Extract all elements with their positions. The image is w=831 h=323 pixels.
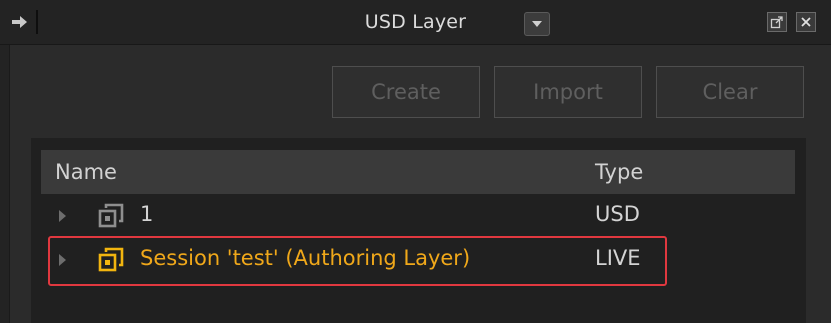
row-name: 1 (140, 202, 154, 226)
create-button[interactable]: Create (332, 66, 480, 118)
title-dropdown-button[interactable] (524, 12, 550, 36)
layer-icon (98, 203, 124, 228)
expand-arrow-icon[interactable] (59, 210, 66, 222)
table-row[interactable]: 1 USD (41, 194, 795, 238)
chevron-down-icon (532, 21, 542, 27)
clear-button[interactable]: Clear (656, 66, 804, 118)
column-header-name[interactable]: Name (55, 160, 117, 184)
column-header-type[interactable]: Type (595, 160, 643, 184)
close-button[interactable] (796, 12, 816, 32)
left-dock-strip (0, 45, 10, 323)
close-icon (801, 17, 811, 27)
popout-button[interactable] (767, 12, 787, 32)
layer-tree: Name Type 1 USD Session 'test' (Authorin… (31, 138, 806, 323)
import-button[interactable]: Import (494, 66, 642, 118)
popout-icon (770, 16, 783, 29)
highlight-box (48, 236, 667, 286)
tree-header: Name Type (41, 150, 795, 194)
panel-title: USD Layer (364, 11, 467, 33)
panel-titlebar: USD Layer (0, 0, 831, 45)
row-type: USD (595, 202, 640, 226)
